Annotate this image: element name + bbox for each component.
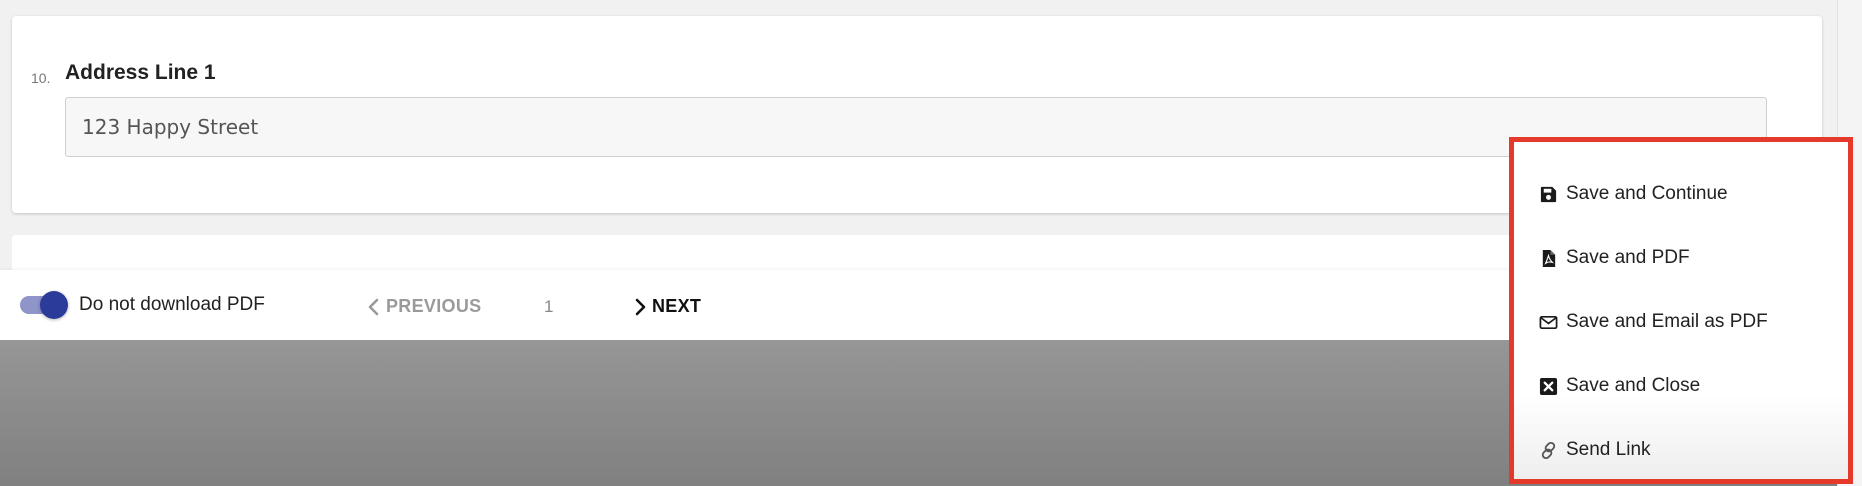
previous-button[interactable]: PREVIOUS (367, 296, 481, 317)
pdf-file-icon (1539, 249, 1558, 268)
menu-item-label: Save and Email as PDF (1566, 311, 1768, 332)
toggle-knob (40, 291, 68, 319)
send-link-item[interactable]: Send Link (1514, 418, 1848, 482)
toggle-label: Do not download PDF (79, 294, 265, 315)
question-label: Address Line 1 (65, 61, 216, 84)
chevron-left-icon (368, 298, 379, 315)
do-not-download-pdf-toggle[interactable] (20, 291, 68, 319)
menu-item-label: Save and PDF (1566, 247, 1690, 268)
previous-label: PREVIOUS (386, 296, 482, 316)
envelope-icon (1539, 313, 1558, 332)
chevron-right-icon (635, 298, 646, 315)
save-and-email-pdf-item[interactable]: Save and Email as PDF (1514, 290, 1848, 354)
next-button[interactable]: NEXT (633, 296, 701, 317)
save-and-close-item[interactable]: Save and Close (1514, 354, 1848, 418)
menu-item-label: Save and Continue (1566, 183, 1728, 204)
close-square-icon (1539, 377, 1558, 396)
link-icon (1539, 441, 1558, 460)
question-number: 10. (31, 70, 51, 86)
save-and-pdf-item[interactable]: Save and PDF (1514, 226, 1848, 290)
save-and-continue-item[interactable]: Save and Continue (1514, 162, 1848, 226)
menu-item-label: Send Link (1566, 439, 1651, 460)
floppy-disk-icon (1539, 185, 1558, 204)
menu-item-label: Save and Close (1566, 375, 1701, 396)
address-line-1-value: 123 Happy Street (82, 115, 259, 139)
save-options-menu: Save and Continue Save and PDF Save and … (1509, 137, 1853, 484)
page-number: 1 (544, 297, 554, 316)
next-label: NEXT (652, 296, 702, 316)
